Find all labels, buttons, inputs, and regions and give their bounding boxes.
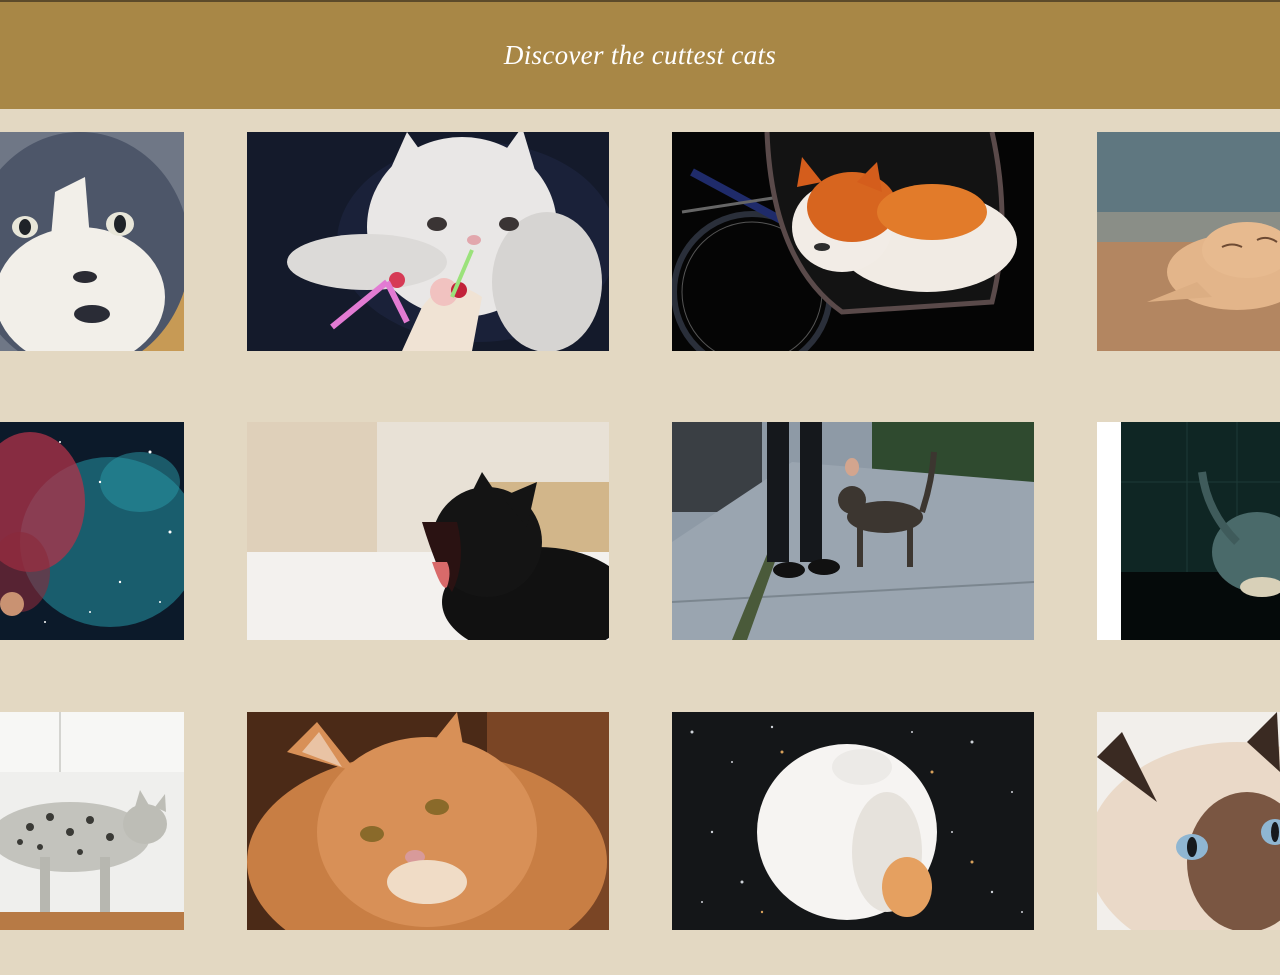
cat-image-siamese[interactable] — [1097, 712, 1280, 930]
cat-image-black-cat-yawning[interactable] — [247, 422, 609, 640]
cat-image-bicycle-bag[interactable] — [672, 132, 1034, 351]
cat-image-sleeping-ginger[interactable] — [1097, 132, 1280, 351]
cat-image-maine-coon[interactable] — [247, 712, 609, 930]
cat-image-dark-room[interactable] — [1097, 422, 1280, 640]
cat-image-white-kitten-milkshake[interactable] — [247, 132, 609, 351]
cat-gallery — [0, 0, 1280, 975]
cat-image-sidewalk[interactable] — [672, 422, 1034, 640]
cat-image-curled-in-space[interactable] — [672, 712, 1034, 930]
cat-image-gray-white[interactable] — [0, 132, 184, 351]
cat-image-space-nebula[interactable] — [0, 422, 184, 640]
cat-image-spotted-cat[interactable] — [0, 712, 184, 930]
